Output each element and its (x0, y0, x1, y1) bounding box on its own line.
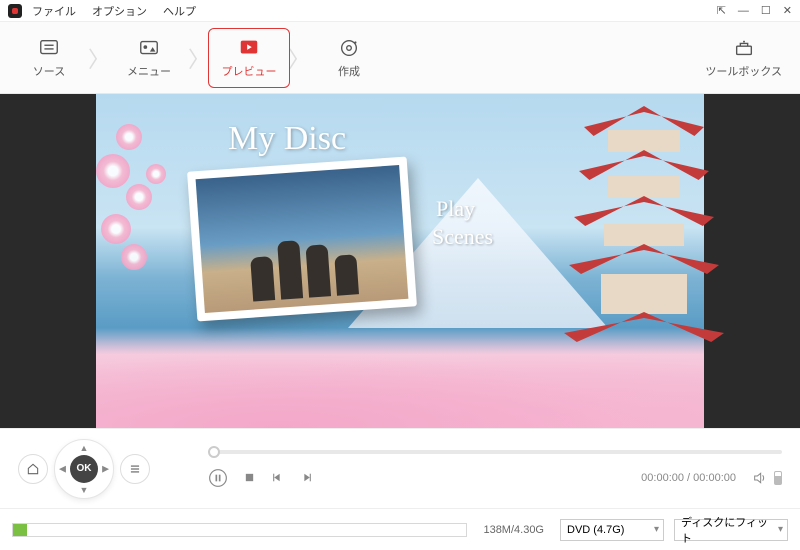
create-icon (336, 37, 362, 59)
prev-button[interactable] (271, 471, 284, 484)
source-icon (36, 37, 62, 59)
list-icon (128, 462, 142, 476)
stop-icon (244, 472, 255, 483)
status-bar: 138M/4.30G DVD (4.7G) ディスクにフィット (0, 508, 800, 550)
dpad-up[interactable]: ▲ (80, 443, 89, 453)
app-icon (8, 4, 22, 18)
volume-bar[interactable] (774, 471, 782, 485)
seek-bar[interactable] (208, 450, 782, 454)
step-menu[interactable]: メニュー (108, 28, 190, 88)
disc-type-select[interactable]: DVD (4.7G) (560, 519, 664, 541)
volume-button[interactable] (752, 470, 768, 486)
toolbox-label: ツールボックス (705, 63, 782, 79)
step-create[interactable]: 作成 (308, 28, 390, 88)
preview-pane: My Disc Play Scenes (0, 94, 800, 428)
chevron-right-icon: 〉 (88, 42, 110, 74)
pagoda-graphic (584, 106, 704, 376)
fit-select[interactable]: ディスクにフィット (674, 519, 788, 541)
menu-icon (136, 37, 162, 59)
disc-title: My Disc (228, 120, 346, 158)
foreground-graphic (96, 338, 704, 428)
time-current: 00:00:00 (641, 472, 684, 484)
close-icon[interactable]: ✕ (783, 4, 792, 17)
step-preview[interactable]: プレビュー (208, 28, 290, 88)
next-icon (300, 471, 313, 484)
home-button[interactable] (18, 454, 48, 484)
toolbox-button[interactable]: ツールボックス (705, 37, 782, 79)
step-preview-label: プレビュー (222, 63, 277, 79)
dvd-menu-scenes[interactable]: Scenes (432, 224, 493, 250)
photo-frame (187, 157, 417, 322)
maximize-icon[interactable]: ☐ (761, 4, 771, 17)
dpad-down[interactable]: ▼ (80, 485, 89, 495)
dpad-left[interactable]: ◀ (59, 463, 66, 474)
volume-icon (752, 470, 768, 486)
step-menu-label: メニュー (127, 63, 171, 79)
menu-help[interactable]: ヘルプ (163, 3, 196, 19)
dvd-menu-preview: My Disc Play Scenes (96, 94, 704, 428)
chevron-right-icon: 〉 (188, 42, 210, 74)
dpad-ok[interactable]: OK (70, 455, 98, 483)
time-total: 00:00:00 (693, 472, 736, 484)
chevron-right-icon: 〉 (288, 42, 310, 74)
step-source[interactable]: ソース (8, 28, 90, 88)
preview-icon (236, 37, 262, 59)
pause-icon (208, 468, 228, 488)
playback-controls: ▲ ▼ ◀ ▶ OK 00:00:00 / 00:00:00 (0, 428, 800, 508)
toolbox-icon (731, 37, 757, 59)
dpad-right[interactable]: ▶ (102, 463, 109, 474)
time-display: 00:00:00 / 00:00:00 (641, 472, 736, 484)
capacity-text: 138M/4.30G (477, 524, 550, 536)
minimize-icon[interactable]: — (738, 5, 749, 17)
menu-options[interactable]: オプション (92, 3, 147, 19)
step-nav: ソース 〉 メニュー 〉 プレビュー 〉 作成 ツールボックス (0, 22, 800, 94)
step-create-label: 作成 (338, 63, 360, 79)
pause-button[interactable] (208, 468, 228, 488)
step-source-label: ソース (33, 63, 65, 79)
seek-thumb[interactable] (208, 446, 220, 458)
home-icon (26, 462, 40, 476)
capacity-fill (13, 524, 27, 536)
pin-icon[interactable]: ⇱ (717, 4, 726, 17)
next-button[interactable] (300, 471, 313, 484)
menu-file[interactable]: ファイル (32, 3, 76, 19)
list-button[interactable] (120, 454, 150, 484)
stop-button[interactable] (244, 472, 255, 483)
prev-icon (271, 471, 284, 484)
titlebar: ファイル オプション ヘルプ ⇱ — ☐ ✕ (0, 0, 800, 22)
dpad: ▲ ▼ ◀ ▶ OK (54, 439, 114, 499)
capacity-bar (12, 523, 467, 537)
dvd-menu-play[interactable]: Play (436, 196, 475, 222)
